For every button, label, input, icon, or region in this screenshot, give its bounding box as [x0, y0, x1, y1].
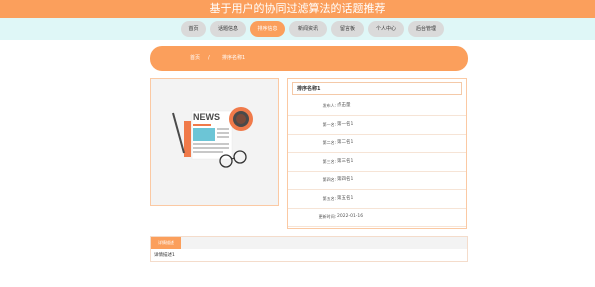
detail-row: 发布人: 点击量 — [288, 97, 466, 116]
nav-topic-info[interactable]: 话题信息 — [210, 21, 246, 37]
tab-description[interactable]: 详情描述 — [151, 237, 181, 249]
detail-row: 第二名: 第二名1 — [288, 134, 466, 153]
detail-row-value: 第二名1 — [337, 140, 354, 145]
detail-row: 第四名: 第四名1 — [288, 171, 466, 190]
detail-row-label: 第三名: — [322, 159, 336, 164]
nav-user-center[interactable]: 个人中心 — [368, 21, 404, 37]
nav-news[interactable]: 新闻资讯 — [289, 21, 327, 37]
breadcrumb-separator: / — [208, 55, 210, 61]
detail-row-value: 第一名1 — [337, 122, 354, 127]
detail-row-value: 第五名1 — [337, 196, 354, 201]
detail-row-value: 第三名1 — [337, 159, 354, 164]
detail-row-value: 第四名1 — [337, 177, 354, 182]
detail-row-label: 第二名: — [322, 140, 336, 145]
description-header: 详情描述 — [151, 237, 467, 249]
nav-admin[interactable]: 后台管理 — [408, 21, 444, 37]
nav-home[interactable]: 首页 — [181, 21, 206, 37]
detail-row-label: 更新时间: — [318, 214, 336, 219]
detail-row-value: 点击量 — [337, 103, 351, 108]
detail-row-label: 第五名: — [322, 196, 336, 201]
detail-row-label: 第一名: — [322, 122, 336, 127]
description-text: 详情描述1 — [154, 253, 175, 258]
app-title: 基于用户的协同过滤算法的话题推荐 — [0, 0, 595, 18]
detail-row: 第五名: 第五名1 — [288, 190, 466, 209]
breadcrumb-home-link[interactable]: 首页 — [190, 46, 200, 71]
news-illustration-icon: NEWS — [172, 107, 253, 168]
description-panel: 详情描述 详情描述1 — [150, 236, 468, 262]
breadcrumb-current: 排序名称1 — [222, 55, 246, 61]
detail-row: 第三名: 第三名1 — [288, 153, 466, 172]
news-image: NEWS — [150, 78, 279, 206]
detail-title: 排序名称1 — [292, 82, 462, 95]
breadcrumb: 首页 / 排序名称1 — [150, 46, 468, 71]
news-image-text: NEWS — [193, 112, 220, 122]
main-nav: 首页 话题信息 排序信息 新闻资讯 留言板 个人中心 后台管理 — [181, 21, 444, 37]
detail-row-value: 2022-01-16 — [337, 214, 364, 219]
detail-row-label: 第四名: — [322, 177, 336, 182]
detail-row-label: 发布人: — [322, 103, 336, 108]
nav-ranking-info[interactable]: 排序信息 — [250, 21, 285, 37]
detail-row: 更新时间: 2022-01-16 — [288, 208, 466, 227]
detail-row: 第一名: 第一名1 — [288, 116, 466, 135]
detail-info-panel: 排序名称1 发布人: 点击量 第一名: 第一名1 第二名: 第二名1 第三名: 第三名1 第四名… — [287, 78, 467, 229]
nav-message-board[interactable]: 留言板 — [331, 21, 364, 37]
